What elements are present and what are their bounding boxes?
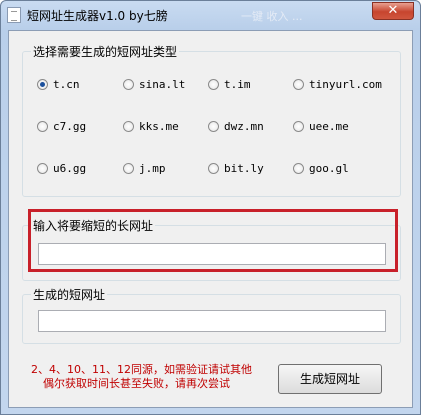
app-icon	[7, 7, 21, 23]
radio-option-label: tinyurl.com	[309, 78, 382, 91]
close-button[interactable]: ✕	[372, 2, 414, 20]
radio-option-bit-ly[interactable]: bit.ly	[208, 162, 264, 175]
radio-button-icon[interactable]	[37, 121, 48, 132]
radio-option-tinyurl-com[interactable]: tinyurl.com	[293, 78, 382, 91]
short-url-group: 生成的短网址	[22, 286, 401, 344]
radio-button-icon[interactable]	[293, 121, 304, 132]
radio-option-j-mp[interactable]: j.mp	[123, 162, 166, 175]
short-url-output[interactable]	[38, 310, 386, 332]
radio-option-label: t.cn	[53, 78, 80, 91]
short-url-group-title: 生成的短网址	[31, 286, 108, 303]
highlight-box	[28, 209, 398, 272]
radio-option-label: kks.me	[139, 120, 179, 133]
note-line-1: 2、4、10、11、12同源，如需验证请试其他	[31, 363, 252, 376]
radio-button-icon[interactable]	[293, 163, 304, 174]
window-title: 短网址生成器v1.0 by七膀	[27, 9, 168, 23]
radio-option-t-cn[interactable]: t.cn	[37, 78, 80, 91]
radio-option-t-im[interactable]: t.im	[208, 78, 251, 91]
radio-option-label: uee.me	[309, 120, 349, 133]
radio-option-uee-me[interactable]: uee.me	[293, 120, 349, 133]
radio-button-icon[interactable]	[37, 163, 48, 174]
client-area: 选择需要生成的短网址类型 t.cn sina.lt t.im tinyurl.com c…	[8, 30, 413, 408]
radio-option-u6-gg[interactable]: u6.gg	[37, 162, 86, 175]
radio-option-dwz-mn[interactable]: dwz.mn	[208, 120, 264, 133]
url-type-group-title: 选择需要生成的短网址类型	[31, 43, 180, 60]
radio-button-icon[interactable]	[208, 163, 219, 174]
radio-option-sina-lt[interactable]: sina.lt	[123, 78, 185, 91]
radio-option-label: dwz.mn	[224, 120, 264, 133]
url-type-group: 选择需要生成的短网址类型 t.cn sina.lt t.im tinyurl.com c…	[22, 43, 401, 197]
radio-option-label: goo.gl	[309, 162, 349, 175]
radio-button-icon[interactable]	[208, 79, 219, 90]
radio-option-label: u6.gg	[53, 162, 87, 175]
radio-button-icon[interactable]	[123, 121, 134, 132]
radio-option-kks-me[interactable]: kks.me	[123, 120, 179, 133]
radio-option-label: bit.ly	[224, 162, 264, 175]
title-bar[interactable]: 短网址生成器v1.0 by七膀 一键 收入 ... ✕	[1, 1, 420, 29]
radio-button-icon[interactable]	[123, 79, 134, 90]
radio-option-goo-gl[interactable]: goo.gl	[293, 162, 349, 175]
generate-short-url-button[interactable]: 生成短网址	[278, 364, 382, 394]
radio-button-icon[interactable]	[208, 121, 219, 132]
radio-option-label: t.im	[224, 78, 251, 91]
close-icon: ✕	[387, 3, 399, 18]
radio-option-label: j.mp	[139, 162, 166, 175]
title-watermark: 一键 收入 ...	[241, 10, 303, 23]
radio-button-icon[interactable]	[293, 79, 304, 90]
radio-option-label: c7.gg	[53, 120, 87, 133]
radio-option-c7-gg[interactable]: c7.gg	[37, 120, 86, 133]
app-window: 短网址生成器v1.0 by七膀 一键 收入 ... ✕ 选择需要生成的短网址类型…	[0, 0, 421, 415]
radio-button-icon[interactable]	[123, 163, 134, 174]
radio-option-label: sina.lt	[139, 78, 186, 91]
note-line-2: 偶尔获取时间长甚至失败，请再次尝试	[43, 377, 230, 390]
radio-button-icon[interactable]	[37, 79, 48, 90]
